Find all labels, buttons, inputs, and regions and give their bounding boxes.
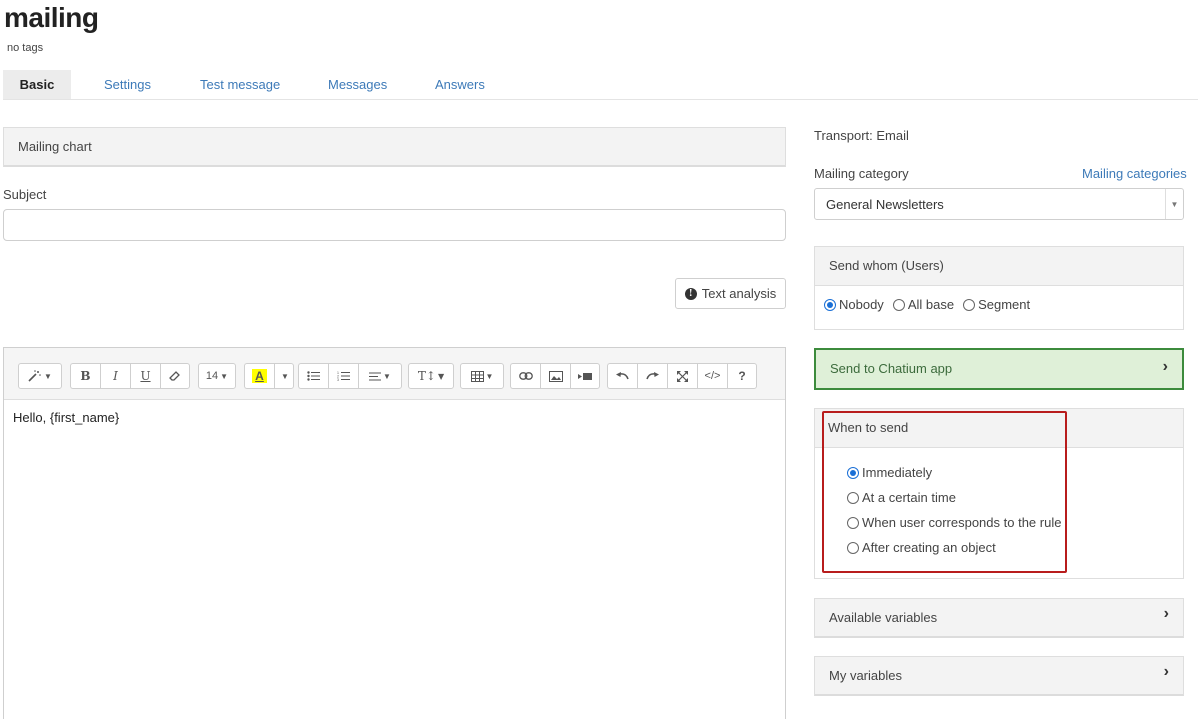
- code-view-icon[interactable]: </>: [697, 363, 727, 389]
- radio-label: All base: [907, 297, 955, 312]
- editor-toolbar: ▼ B I U 14 ▼ A ▼ 123 ▼ T↕ ▼ ▼ </> ?: [4, 348, 785, 400]
- my-variables-panel[interactable]: My variables ›: [814, 656, 1184, 696]
- bold-button[interactable]: B: [70, 363, 100, 389]
- tab-basic[interactable]: Basic: [3, 70, 71, 99]
- tags-label: no tags: [7, 42, 44, 54]
- tab-test-message[interactable]: Test message: [200, 70, 280, 99]
- info-icon: !: [684, 287, 697, 300]
- send-whom-panel: Send whom (Users) Nobody All base Segmen…: [814, 246, 1184, 330]
- subject-input[interactable]: [3, 209, 786, 241]
- editor-content[interactable]: Hello, {first_name}: [13, 410, 119, 425]
- chevron-right-icon: ›: [1163, 605, 1169, 622]
- video-icon[interactable]: [570, 363, 600, 389]
- eraser-icon[interactable]: [160, 363, 190, 389]
- highlight-icon: A: [252, 369, 267, 383]
- mailing-category-select[interactable]: General Newsletters ▼: [814, 188, 1184, 220]
- transport-label: Transport: Email: [814, 128, 909, 143]
- available-variables-label: Available variables: [829, 610, 938, 625]
- subject-label: Subject: [3, 187, 47, 202]
- text-color-button[interactable]: A: [244, 363, 274, 389]
- send-to-chatium-button[interactable]: Send to Chatium app ›: [814, 348, 1184, 390]
- mailing-category-value: General Newsletters: [826, 197, 944, 212]
- highlight-frame: [822, 411, 1067, 573]
- mailing-chart-label: Mailing chart: [18, 139, 92, 154]
- text-style-label: T↕: [417, 369, 436, 383]
- mailing-category-label: Mailing category: [814, 166, 909, 181]
- send-whom-header: Send whom (Users): [815, 247, 1183, 286]
- italic-button[interactable]: I: [100, 363, 130, 389]
- radio-icon: [892, 298, 905, 311]
- chatium-label: Send to Chatium app: [830, 361, 953, 376]
- bullet-list-icon[interactable]: [298, 363, 328, 389]
- mailing-chart-panel[interactable]: Mailing chart: [3, 127, 786, 167]
- radio-label: Nobody: [839, 297, 884, 312]
- chevron-down-icon: ▼: [1165, 189, 1183, 219]
- undo-icon[interactable]: [607, 363, 637, 389]
- radio-label: Segment: [978, 297, 1031, 312]
- link-icon[interactable]: [510, 363, 540, 389]
- help-icon[interactable]: ?: [727, 363, 757, 389]
- underline-button[interactable]: U: [130, 363, 160, 389]
- magic-wand-icon[interactable]: ▼: [18, 363, 62, 389]
- mailing-categories-link[interactable]: Mailing categories: [1082, 166, 1187, 181]
- tab-messages[interactable]: Messages: [328, 70, 387, 99]
- radio-nobody[interactable]: Nobody: [824, 297, 884, 312]
- radio-icon: [963, 298, 976, 311]
- tab-answers[interactable]: Answers: [435, 70, 485, 99]
- color-dropdown-toggle[interactable]: ▼: [274, 363, 294, 389]
- fullscreen-icon[interactable]: [667, 363, 697, 389]
- numbered-list-icon[interactable]: 123: [328, 363, 358, 389]
- my-variables-label: My variables: [829, 668, 902, 683]
- radio-selected-icon: [824, 298, 836, 311]
- text-style-dropdown[interactable]: T↕ ▼: [408, 363, 454, 389]
- table-icon[interactable]: ▼: [460, 363, 504, 389]
- text-analysis-button[interactable]: ! Text analysis: [675, 278, 786, 309]
- chevron-right-icon: ›: [1162, 358, 1168, 375]
- radio-segment[interactable]: Segment: [963, 297, 1030, 312]
- tab-bar: Basic Settings Test message Messages Ans…: [3, 70, 1198, 100]
- font-size-dropdown[interactable]: 14 ▼: [198, 363, 236, 389]
- image-icon[interactable]: [540, 363, 570, 389]
- tab-settings[interactable]: Settings: [104, 70, 151, 99]
- available-variables-panel[interactable]: Available variables ›: [814, 598, 1184, 638]
- text-analysis-label: Text analysis: [701, 286, 777, 301]
- page-title: mailing: [4, 2, 99, 33]
- svg-text:3: 3: [337, 378, 339, 381]
- radio-all-base[interactable]: All base: [892, 297, 955, 312]
- message-editor[interactable]: ▼ B I U 14 ▼ A ▼ 123 ▼ T↕ ▼ ▼ </> ? Hell…: [3, 347, 786, 719]
- align-dropdown[interactable]: ▼: [358, 363, 402, 389]
- font-size-value: 14: [205, 370, 219, 382]
- redo-icon[interactable]: [637, 363, 667, 389]
- chevron-right-icon: ›: [1163, 663, 1169, 680]
